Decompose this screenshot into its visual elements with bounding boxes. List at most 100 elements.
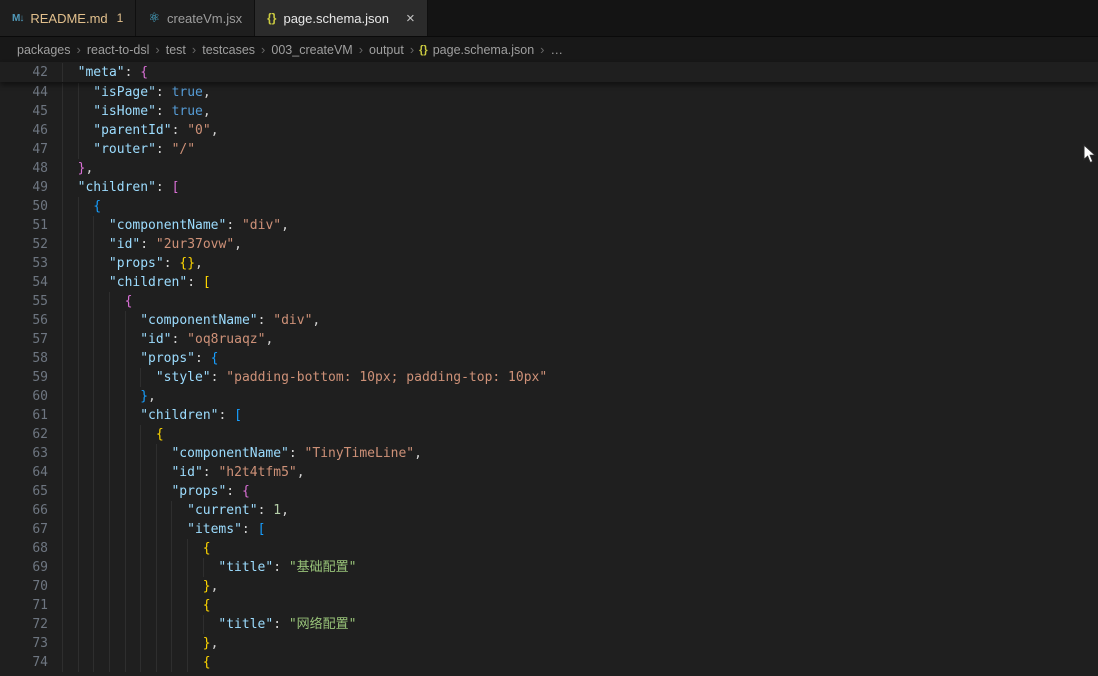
line-number: 44 [0, 83, 48, 102]
code-token: "style" [156, 370, 211, 385]
tab-createvm[interactable]: ⚛ createVm.jsx [136, 0, 255, 36]
breadcrumb-item[interactable]: react-to-dsl [86, 43, 151, 57]
code-text: { [62, 596, 211, 615]
editor[interactable]: 42"meta": { 44"isPage": true,45"isHome":… [0, 62, 1098, 676]
code-text: "children": [ [62, 178, 179, 197]
indent-guide [109, 387, 125, 406]
breadcrumb-item[interactable]: page.schema.json [432, 43, 535, 57]
indent-guide [171, 558, 187, 577]
line-number: 42 [0, 63, 48, 82]
code-token: , [85, 161, 93, 176]
indent-guide [140, 634, 156, 653]
code-token: , [195, 256, 203, 271]
line-number: 52 [0, 235, 48, 254]
line-number: 46 [0, 121, 48, 140]
line-number: 73 [0, 634, 48, 653]
code-line: 57"id": "oq8ruaqz", [0, 330, 1098, 349]
indent-guide [78, 615, 94, 634]
indent-guide [93, 349, 109, 368]
code-text: }, [62, 634, 218, 653]
code-token: : [211, 370, 227, 385]
code-token: "id" [140, 332, 171, 347]
code-token: { [140, 65, 148, 80]
code-token: , [203, 104, 211, 119]
code-token: { [203, 598, 211, 613]
indent-guide [78, 520, 94, 539]
indent-guide [171, 634, 187, 653]
indent-guide [109, 615, 125, 634]
indent-guide [109, 368, 125, 387]
code-token: "isPage" [93, 85, 156, 100]
indent-guide [140, 615, 156, 634]
indent-guide [140, 444, 156, 463]
close-icon[interactable]: × [406, 11, 415, 26]
breadcrumb-item[interactable]: test [165, 43, 187, 57]
indent-guide [125, 501, 141, 520]
code-line: 47"router": "/" [0, 140, 1098, 159]
indent-guide [78, 368, 94, 387]
code-line: 44"isPage": true, [0, 83, 1098, 102]
indent-guide [93, 292, 109, 311]
indent-guide [62, 463, 78, 482]
code-token: : [258, 313, 274, 328]
indent-guide [125, 406, 141, 425]
indent-guide [93, 463, 109, 482]
code-text: "id": "2ur37ovw", [62, 235, 242, 254]
code-token: true [172, 104, 203, 119]
indent-guide [62, 140, 78, 159]
indent-guide [171, 539, 187, 558]
indent-guide [93, 406, 109, 425]
indent-guide [78, 387, 94, 406]
indent-guide [78, 482, 94, 501]
code-token: "title" [218, 617, 273, 632]
breadcrumb-item[interactable]: output [368, 43, 405, 57]
breadcrumb-item[interactable]: testcases [201, 43, 256, 57]
indent-guide [62, 330, 78, 349]
indent-guide [109, 634, 125, 653]
indent-guide [140, 463, 156, 482]
indent-guide [78, 254, 94, 273]
code-token: : [203, 465, 219, 480]
code-line: 50{ [0, 197, 1098, 216]
code-token: , [281, 218, 289, 233]
code-token: "基础配置" [289, 560, 357, 575]
breadcrumb-separator: › [77, 42, 81, 57]
code-text: "componentName": "div", [62, 216, 289, 235]
code-token: "isHome" [93, 104, 156, 119]
indent-guide [62, 178, 78, 197]
line-number: 56 [0, 311, 48, 330]
indent-guide [125, 653, 141, 672]
code-line: 46"parentId": "0", [0, 121, 1098, 140]
code-token: , [414, 446, 422, 461]
indent-guide [125, 577, 141, 596]
react-icon: ⚛ [148, 10, 160, 26]
indent-guide [93, 558, 109, 577]
code-text: }, [62, 159, 93, 178]
indent-guide [93, 273, 109, 292]
breadcrumb-item[interactable]: … [550, 43, 565, 57]
indent-guide [187, 539, 203, 558]
code-token: "children" [109, 275, 187, 290]
breadcrumb-item[interactable]: packages [16, 43, 72, 57]
indent-guide [62, 102, 78, 121]
indent-guide [187, 634, 203, 653]
code-token: "items" [187, 522, 242, 537]
code-token: "componentName" [171, 446, 288, 461]
indent-guide [78, 539, 94, 558]
tab-readme[interactable]: M↓ README.md 1 [0, 0, 136, 36]
code-token: { [242, 484, 250, 499]
code-token: : [289, 446, 305, 461]
code-token: : [226, 218, 242, 233]
code-text: { [62, 425, 164, 444]
indent-guide [78, 140, 94, 159]
code-text: "id": "oq8ruaqz", [62, 330, 273, 349]
tab-bar: M↓ README.md 1 ⚛ createVm.jsx {} page.sc… [0, 0, 1098, 37]
indent-guide [93, 387, 109, 406]
indent-guide [171, 615, 187, 634]
code-token: "children" [140, 408, 218, 423]
indent-guide [156, 634, 172, 653]
indent-guide [109, 520, 125, 539]
indent-guide [78, 83, 94, 102]
breadcrumb-item[interactable]: 003_createVM [270, 43, 353, 57]
tab-page-schema-json[interactable]: {} page.schema.json × [255, 0, 428, 36]
